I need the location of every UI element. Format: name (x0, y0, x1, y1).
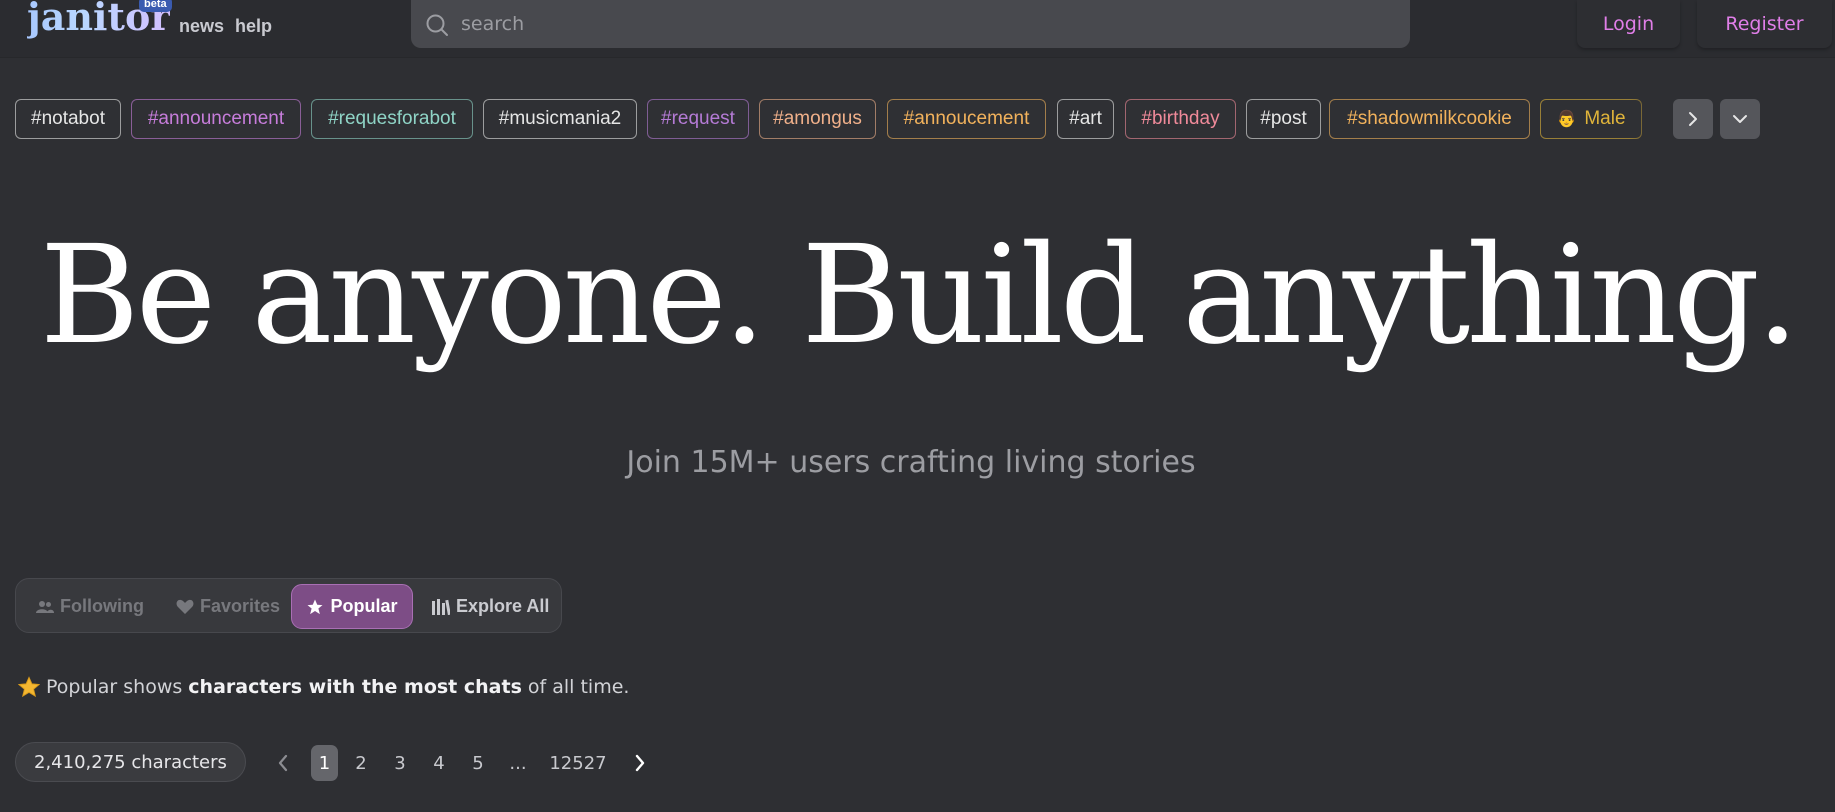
tag-chip[interactable]: #annoucement (887, 99, 1046, 139)
tab-following-label: Following (60, 596, 144, 616)
prev-page-button[interactable] (270, 745, 296, 781)
page-button-2[interactable]: 2 (350, 745, 372, 781)
chevron-left-icon (278, 754, 288, 772)
heart-icon (176, 599, 194, 614)
hero-subtitle: Join 15M+ users crafting living stories (626, 445, 1196, 480)
tag-label: #amongus (773, 108, 862, 129)
users-icon (36, 600, 54, 613)
tag-chip[interactable]: #announcement (131, 99, 301, 139)
search-input[interactable] (461, 10, 1361, 38)
star-icon (18, 676, 40, 698)
tag-label: #request (661, 108, 735, 129)
description-prefix: Popular shows (46, 676, 183, 698)
tag-chip[interactable]: 👨 Male (1540, 99, 1642, 139)
chevron-down-icon (1733, 115, 1747, 123)
pagination-ellipsis: ... (509, 752, 527, 774)
top-header: janitor beta news help Login Register (0, 0, 1835, 58)
tab-explore-all-label: Explore All (456, 596, 550, 616)
tag-label: #musicmania2 (498, 108, 622, 129)
page-button-last[interactable]: 12527 (548, 745, 608, 781)
description-suffix: of all time. (527, 676, 630, 698)
tag-label: #annoucement (903, 108, 1030, 129)
tab-favorites-label: Favorites (200, 596, 281, 616)
tab-explore-all[interactable]: Explore All (432, 584, 549, 629)
browse-mode-tabs: Following Favorites Popular Explore All (15, 578, 562, 633)
character-count-badge: 2,410,275 characters (15, 742, 246, 782)
beta-badge: beta (139, 0, 172, 12)
tag-chip[interactable]: #birthday (1125, 99, 1236, 139)
tag-chip[interactable]: #shadowmilkcookie (1329, 99, 1530, 139)
hero-title: Be anyone. Build anything. (39, 217, 1800, 375)
nav-help-link[interactable]: help (235, 16, 272, 37)
tag-chip[interactable]: #request (647, 99, 749, 139)
page-button-1[interactable]: 1 (311, 745, 338, 781)
tag-chip[interactable]: #musicmania2 (483, 99, 637, 139)
tag-chip[interactable]: #amongus (759, 99, 876, 139)
tag-label: #announcement (147, 108, 285, 129)
tag-label: #art (1069, 108, 1102, 129)
tag-chip[interactable]: #art (1057, 99, 1114, 139)
search-icon (425, 13, 449, 37)
search-bar[interactable] (411, 0, 1410, 48)
tag-list: #notabot #announcement #requesforabot #m… (15, 99, 1655, 139)
nav-news-link[interactable]: news (179, 16, 224, 37)
page-button-5[interactable]: 5 (467, 745, 489, 781)
popular-description: Popular shows characters with the most c… (18, 676, 629, 698)
tag-label: #birthday (1141, 108, 1220, 129)
chevron-right-icon (1689, 112, 1697, 126)
next-page-button[interactable] (627, 745, 653, 781)
tab-popular-label: Popular (330, 596, 398, 616)
chevron-right-icon (635, 754, 645, 772)
tab-favorites[interactable]: Favorites (176, 584, 280, 629)
tags-scroll-right-button[interactable] (1673, 99, 1713, 139)
tab-popular[interactable]: Popular (291, 584, 413, 629)
library-icon (432, 598, 450, 615)
star-icon (307, 599, 323, 614)
tab-following[interactable]: Following (36, 584, 144, 629)
page-button-3[interactable]: 3 (389, 745, 411, 781)
male-emoji-icon: 👨 (1556, 111, 1577, 128)
tag-chip[interactable]: #notabot (15, 99, 121, 139)
tags-expand-button[interactable] (1720, 99, 1760, 139)
tag-label: #notabot (31, 108, 105, 129)
tag-label: Male (1584, 108, 1626, 129)
description-bold: characters with the most chats (188, 676, 522, 698)
page-button-4[interactable]: 4 (428, 745, 450, 781)
tag-label: #post (1260, 108, 1307, 129)
tag-chip[interactable]: #requesforabot (311, 99, 473, 139)
tag-label: #requesforabot (328, 108, 456, 129)
tags-fade (1630, 99, 1670, 139)
tag-chip[interactable]: #post (1246, 99, 1321, 139)
tag-label: #shadowmilkcookie (1347, 108, 1512, 129)
register-button[interactable]: Register (1697, 0, 1832, 48)
login-button[interactable]: Login (1577, 0, 1680, 48)
